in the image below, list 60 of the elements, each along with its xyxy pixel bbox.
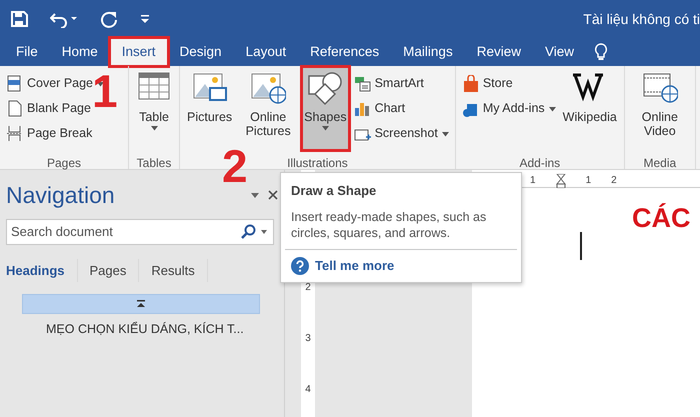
ribbon-button[interactable]: Screenshot [352,122,451,145]
pane-tab[interactable]: Results [151,258,208,282]
tooltip-text: Insert ready-made shapes, such as circles, squares, and arrows. [291,208,488,242]
ruler-number: 2 [305,281,311,295]
pane-tab[interactable]: Pages [90,258,140,282]
document-heading: CÁC [632,202,690,235]
ribbon-tab[interactable]: Insert [110,38,168,66]
ruler-number: 3 [305,332,311,346]
cover-page-icon [6,75,23,92]
ribbon-button[interactable]: My Add-ins [460,97,558,120]
ribbon-button[interactable]: Shapes [301,66,350,151]
group-label: Illustrations [287,155,348,172]
blank-page-icon [6,100,23,117]
search-field[interactable]: Search document [6,218,274,244]
ribbon-tab[interactable]: View [532,38,586,66]
ribbon-button[interactable]: Online Video [628,66,691,151]
shapes-icon [307,70,344,106]
ribbon-tab[interactable]: Home [50,38,110,66]
help-link[interactable]: Tell me more [291,256,394,276]
ribbon-tab[interactable]: File [4,38,50,66]
smartart-icon [354,75,371,92]
pane-title: Navigation [6,181,116,210]
search-icon[interactable] [240,224,256,240]
group-label: Pages [46,155,82,172]
collapse-icon [136,300,146,308]
ruler-number: 4 [305,383,311,397]
page-break-icon [6,125,23,142]
group-label: Tables [136,155,172,172]
close-icon[interactable] [268,190,278,200]
group-label: Add-ins [519,155,560,172]
redo-icon[interactable] [100,10,118,28]
dropdown-icon[interactable] [258,228,270,236]
store-bag-icon [462,75,479,92]
customize-toolbar-icon[interactable] [140,13,150,25]
group-label: Media [644,155,676,172]
save-icon[interactable] [10,10,28,28]
heading-item[interactable]: MẸO CHỌN KIỂU DÁNG, KÍCH T... [46,320,278,339]
ribbon-tab[interactable]: Mailings [391,38,465,66]
help-icon [291,257,309,275]
ribbon-tab[interactable]: References [298,38,392,66]
step-number: 1 [92,68,118,114]
dropdown-icon[interactable] [250,191,260,200]
text-cursor [580,232,582,260]
window-title: Tài liệu không có ti [583,10,700,29]
ribbon-button[interactable]: Store [460,72,558,95]
bar-chart-icon [354,100,371,117]
ribbon-tab[interactable]: Layout [234,38,298,66]
ribbon-button[interactable]: SmartArt [352,72,451,95]
ruler-number: 2 [611,174,617,188]
pane-tab[interactable]: Headings [6,258,78,282]
ribbon-button[interactable]: Wikipedia [560,66,620,151]
ribbon-tab[interactable]: Design [168,38,234,66]
ribbon-tab[interactable]: Review [464,38,533,66]
lightbulb-icon[interactable] [594,43,608,61]
tooltip-title: Draw a Shape [291,182,378,200]
ruler-number: 1 [586,174,592,188]
ribbon-button[interactable]: Page Break [4,122,106,145]
ruler-number: 1 [530,174,536,188]
ribbon-button[interactable]: Table [133,66,176,151]
ribbon-button[interactable]: Chart [352,97,451,120]
